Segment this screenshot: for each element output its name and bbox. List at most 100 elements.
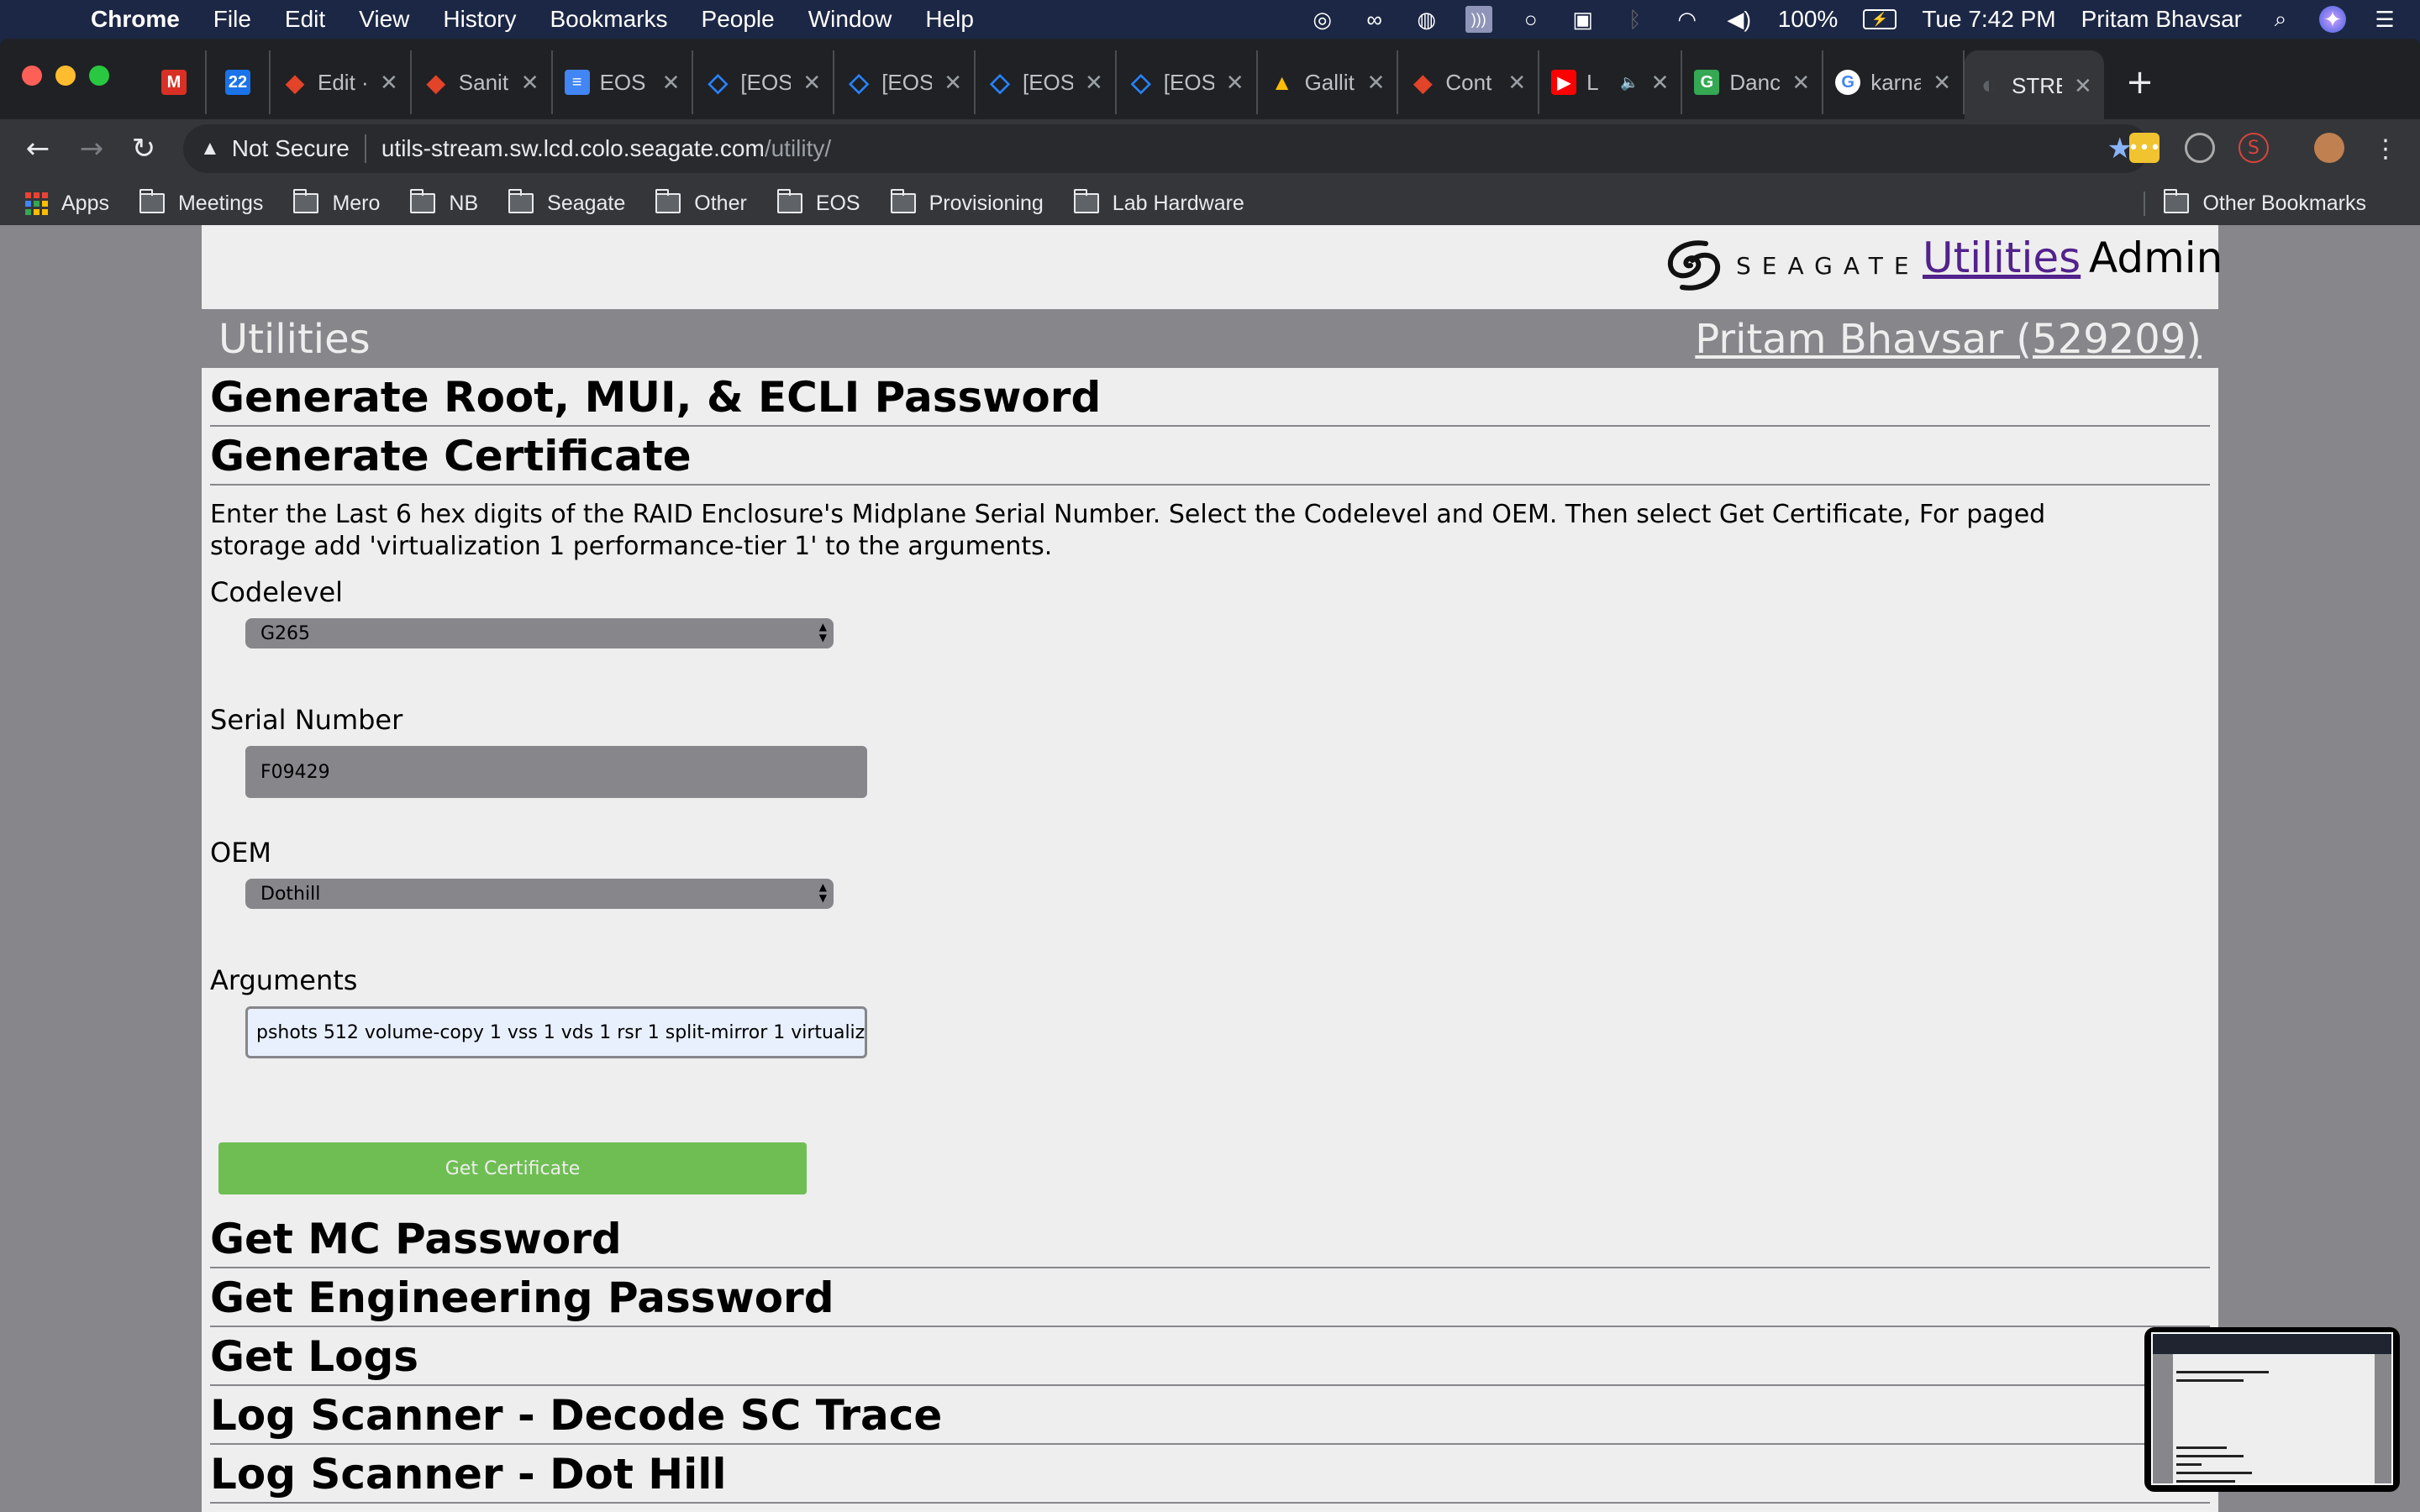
window-minimize-button[interactable] [55,66,76,86]
profile-avatar[interactable] [2314,133,2344,163]
bookmark-folder-mero[interactable]: Mero [293,189,380,216]
bookmark-folder-meetings[interactable]: Meetings [139,189,263,216]
menu-file[interactable]: File [213,6,251,33]
section-log-scanner-dot-hill[interactable]: Log Scanner - Dot Hill [210,1445,2210,1504]
menu-view[interactable]: View [359,6,409,33]
folder-icon [890,189,916,213]
select-arrows-icon: ▲ ▼ [818,881,827,904]
chat-bubble-icon[interactable]: ○ [1518,6,1544,33]
menu-app-name[interactable]: Chrome [91,6,180,33]
serial-number-input[interactable]: F09429 [245,746,867,798]
extension-lastpass-icon[interactable]: ••• [2128,133,2160,163]
nfc-icon[interactable]: ))) [1465,6,1492,33]
section-generate-root-password[interactable]: Generate Root, MUI, & ECLI Password [210,368,2210,427]
select-arrows-icon: ▲ ▼ [818,621,827,643]
section-get-mc-password[interactable]: Get MC Password [210,1210,2210,1268]
tab-close-icon[interactable]: ✕ [1367,70,1386,96]
tab-close-icon[interactable]: ✕ [662,70,681,96]
oem-select[interactable]: Dothill ▲ ▼ [245,879,834,909]
extension-circle-icon[interactable] [2185,133,2215,163]
nav-utilities-link[interactable]: Utilities [1923,234,2081,282]
tab-close-icon[interactable]: ✕ [1791,70,1810,96]
get-certificate-button[interactable]: Get Certificate [218,1142,807,1194]
menu-people[interactable]: People [702,6,775,33]
section-get-engineering-password[interactable]: Get Engineering Password [210,1268,2210,1327]
warning-icon[interactable]: ▲ [200,137,220,160]
codelevel-select[interactable]: G265 ▲ ▼ [245,618,834,648]
bookmark-folder-seagate[interactable]: Seagate [508,189,625,216]
other-bookmarks[interactable]: Other Bookmarks [2144,189,2366,216]
other-bookmarks-label: Other Bookmarks [2202,191,2366,215]
address-bar[interactable]: ▲ Not Secure utils-stream.sw.lcd.colo.se… [183,124,2149,173]
tab[interactable]: ◆ Cont ✕ [1398,50,1540,114]
menu-edit[interactable]: Edit [285,6,325,33]
menu-bookmarks[interactable]: Bookmarks [550,6,667,33]
tab-close-icon[interactable]: ✕ [1226,70,1244,96]
screenshot-thumbnail-preview[interactable] [2144,1327,2400,1492]
battery-charging-icon[interactable]: ⚡ [1863,9,1897,29]
tab[interactable]: ≡ EOS ✕ [553,50,694,114]
back-button[interactable]: ← [20,131,55,166]
tab-close-icon[interactable]: ✕ [2074,73,2092,99]
sync-icon[interactable]: ◎ [1309,6,1336,33]
section-generate-certificate[interactable]: Generate Certificate [210,427,2210,486]
arguments-input[interactable]: pshots 512 volume-copy 1 vss 1 vds 1 rsr… [245,1006,867,1058]
bookmark-folder-provisioning[interactable]: Provisioning [890,189,1044,216]
tab-close-icon[interactable]: ✕ [944,70,962,96]
tab-close-icon[interactable]: ✕ [802,70,821,96]
seagate-logo[interactable]: SEAGATE [1662,239,1920,292]
clock[interactable]: Tue 7:42 PM [1922,6,2055,33]
menu-help[interactable]: Help [925,6,974,33]
tab[interactable]: ◇ [EOS ✕ [1117,50,1258,114]
spotlight-search-icon[interactable]: ⌕ [2267,6,2294,33]
section-get-logs[interactable]: Get Logs [210,1327,2210,1386]
user-profile-link[interactable]: Pritam Bhavsar (529209) [1695,316,2202,363]
tab[interactable]: ◆ Edit · ✕ [271,50,412,114]
menu-history[interactable]: History [443,6,516,33]
tab[interactable]: ◇ [EOS ✕ [693,50,835,114]
forward-button[interactable]: → [74,131,109,166]
volume-icon[interactable]: ◀) [1726,6,1753,33]
bookmark-folder-eos[interactable]: EOS [776,189,860,216]
menu-window[interactable]: Window [808,6,892,33]
bookmark-folder-other[interactable]: Other [655,189,747,216]
new-tab-button[interactable]: + [2126,63,2154,102]
vpn-globe-icon[interactable]: ◍ [1413,6,1440,33]
tab-close-icon[interactable]: ✕ [521,70,539,96]
chrome-menu-icon[interactable]: ⋮ [2368,131,2403,166]
tab-active[interactable]: ◐ STRE ✕ [1964,50,2104,121]
nav-admin-link[interactable]: Admin [2089,234,2223,282]
reload-button[interactable]: ↻ [126,131,161,166]
bookmark-folder-nb[interactable]: NB [410,189,478,216]
menubar-user[interactable]: Pritam Bhavsar [2081,6,2242,33]
tab[interactable]: G Danc ✕ [1682,50,1824,114]
tab-pinned[interactable]: M [143,50,207,114]
tab[interactable]: Gkarna ✕ [1823,50,1965,114]
tab-close-icon[interactable]: ✕ [380,70,398,96]
tab[interactable]: ▶ L 🔈 ✕ [1539,50,1683,114]
creative-cloud-icon[interactable]: ∞ [1361,6,1388,33]
tab-pinned[interactable]: 22 [207,50,271,114]
notification-center-icon[interactable]: ☰ [2371,6,2398,33]
siri-icon[interactable]: ✦ [2319,6,2346,33]
bookmark-apps[interactable]: Apps [0,192,109,216]
tab[interactable]: ◆ Sanit ✕ [412,50,553,114]
extension-blocker-icon[interactable]: S [2238,133,2269,163]
window-zoom-button[interactable] [89,66,109,86]
security-indicator[interactable]: Not Secure [232,135,350,162]
tab-close-icon[interactable]: ✕ [1507,70,1526,96]
tab[interactable]: ◇ [EOS ✕ [834,50,976,114]
bluetooth-icon[interactable]: ᛒ [1622,6,1649,33]
tab-audio-icon[interactable]: 🔈 [1620,74,1639,92]
page-title: Utilities [218,316,371,363]
tab-close-icon[interactable]: ✕ [1085,70,1103,96]
section-log-scanner-sc-trace[interactable]: Log Scanner - Decode SC Trace [210,1386,2210,1445]
tab-close-icon[interactable]: ✕ [1651,70,1670,96]
tab[interactable]: ▲ Gallit ✕ [1258,50,1399,114]
bookmark-folder-lab-hardware[interactable]: Lab Hardware [1073,189,1244,216]
tab-close-icon[interactable]: ✕ [1933,70,1951,96]
window-close-button[interactable] [22,66,42,86]
wifi-icon[interactable]: ◠ [1674,6,1701,33]
tab[interactable]: ◇ [EOS ✕ [976,50,1117,114]
remote-desktop-icon[interactable]: ▣ [1570,6,1597,33]
